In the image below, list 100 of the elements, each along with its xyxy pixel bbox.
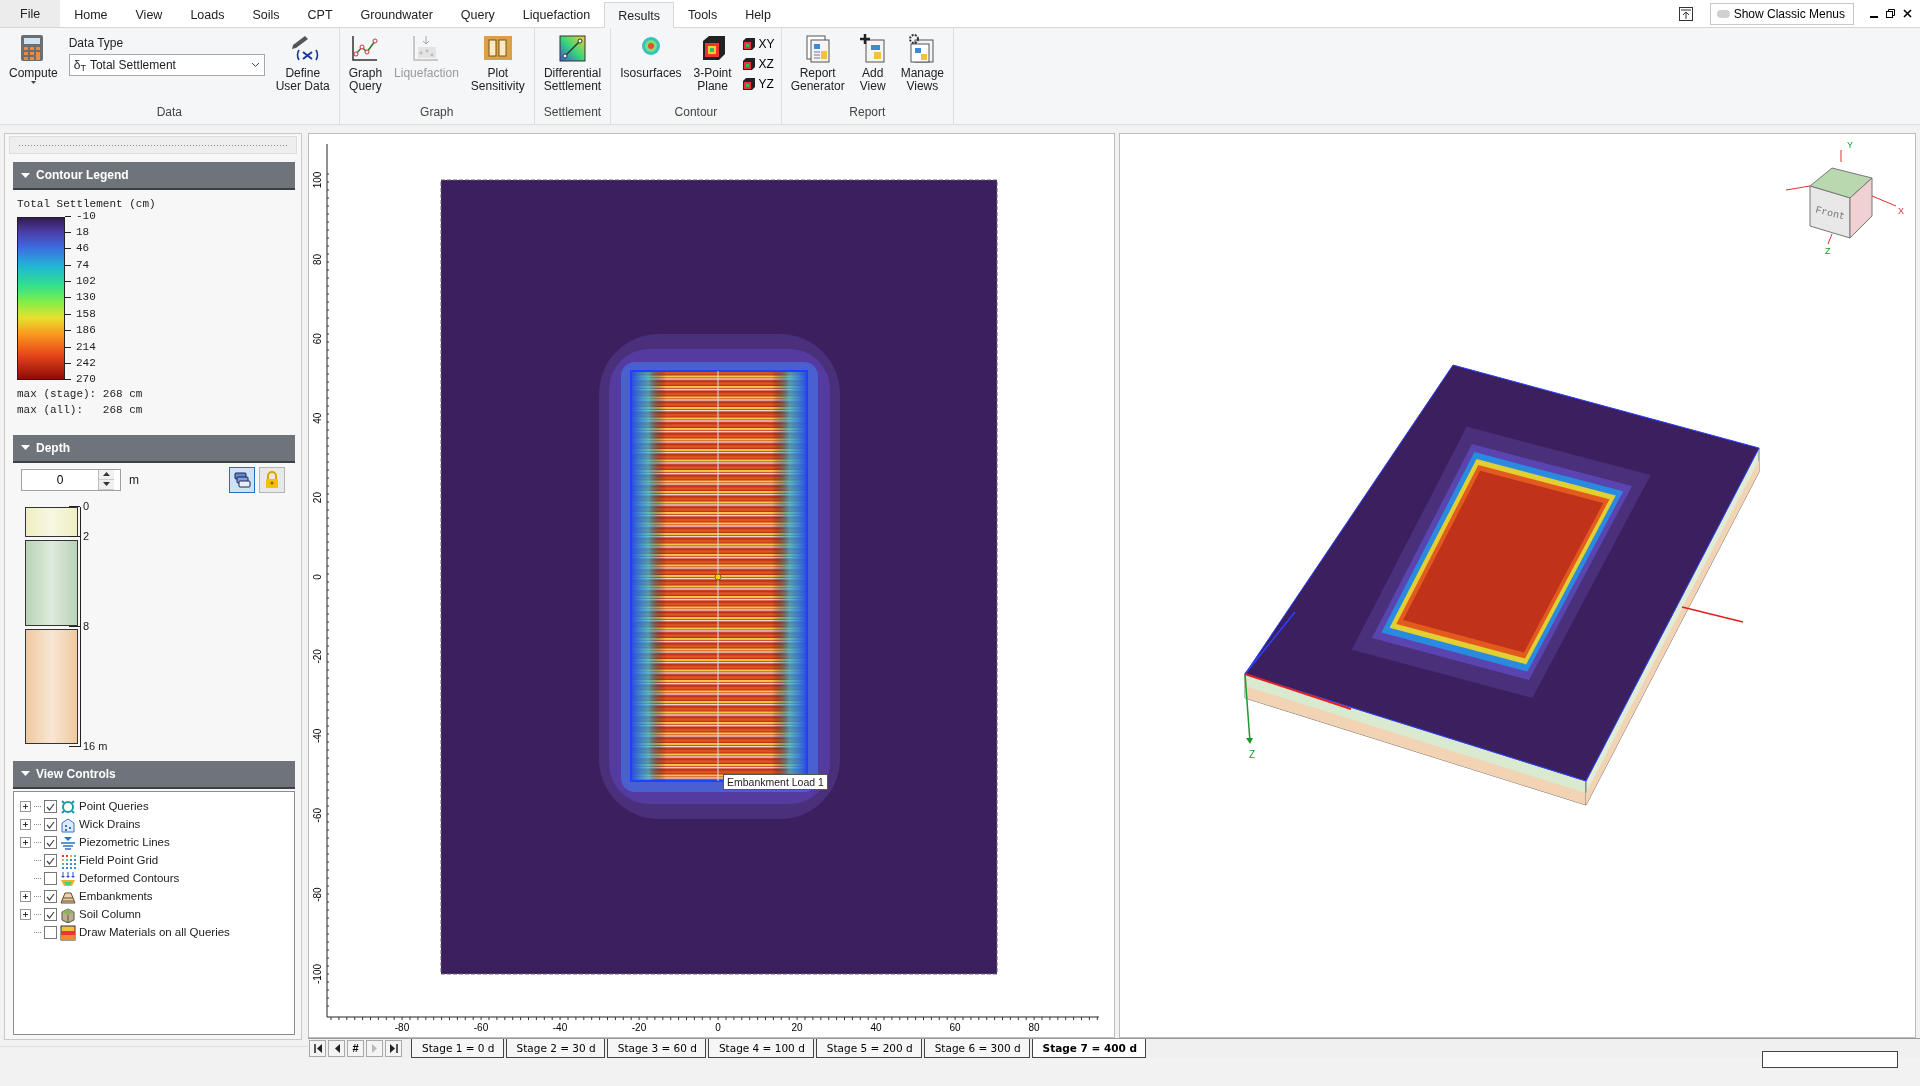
menu-tab[interactable]: Soils [238,1,294,27]
ribbon-button[interactable]: Isosurfaces [615,30,687,83]
close-icon [1903,9,1912,18]
panel-grip[interactable] [9,136,297,154]
stage-tab[interactable]: Stage 3 = 60 d [606,1039,706,1058]
ruler-label: -60 [312,807,323,823]
stage-tab[interactable]: Stage 7 = 400 d [1031,1039,1147,1058]
data-type-dropdown[interactable]: δ$_{T}$ Total Settlement [68,54,265,76]
ring-icon [60,798,76,815]
plane-button[interactable]: XZ [738,54,777,74]
previous-stage-button[interactable] [328,1040,345,1057]
axis-label: Y [1847,140,1853,150]
stage-tab[interactable]: Stage 1 = 0 d [411,1039,504,1058]
ribbon-button[interactable]: Add View [851,30,894,96]
ribbon-button[interactable]: Manage Views [895,30,950,96]
tree-item[interactable]: Wick Drains [79,815,141,834]
checkbox[interactable] [44,926,57,939]
ruler-label: 80 [1028,1022,1040,1033]
cube-icon [740,36,757,52]
ribbon-button[interactable]: Plot Sensitivity [465,30,530,96]
menu-tab[interactable]: Help [731,1,785,27]
toggle-switch[interactable] [1716,9,1730,18]
depth-spin-box[interactable]: 0 [21,468,121,491]
ruler-label: 20 [791,1022,803,1033]
ruler-label: 0 [312,574,323,580]
checkbox[interactable] [44,818,57,831]
ribbon-button[interactable]: 3-Point Plane [688,30,737,96]
tree-item[interactable]: Point Queries [79,797,149,816]
menu-tab[interactable]: Results [604,2,674,28]
stage-number-button[interactable]: # [347,1040,364,1057]
classic-menus-toggle[interactable]: Show Classic Menus [1709,2,1854,25]
menu-tab[interactable]: Liquefaction [508,1,605,27]
ruler-label: 40 [312,412,323,424]
stage-tab[interactable]: Stage 2 = 30 d [505,1039,605,1058]
menu-tab[interactable]: Query [446,1,509,27]
drains-icon [60,816,76,833]
stage-tab[interactable]: Stage 6 = 300 d [923,1039,1030,1058]
tree-item[interactable]: Embankments [79,887,153,906]
scale-value: 74 [65,259,96,271]
checkbox[interactable] [44,854,57,867]
dot-grid-icon [60,852,76,869]
section-header[interactable]: Depth [13,434,295,463]
tree-item[interactable]: Field Point Grid [79,851,159,870]
section-header[interactable]: View Controls [13,760,295,789]
tree-item[interactable]: Soil Column [79,905,141,924]
checkbox[interactable] [44,872,57,885]
last-stage-button[interactable] [385,1040,402,1057]
group-label: Contour [673,104,719,121]
stage-tab[interactable]: Stage 4 = 100 d [707,1039,814,1058]
expand-icon[interactable] [20,891,31,902]
scale-value: 242 [65,358,96,369]
up-arrow-icon [103,472,110,476]
menu-tab[interactable]: Home [60,1,122,27]
checkbox[interactable] [44,836,57,849]
previous-icon [333,1044,340,1053]
stage-tab[interactable]: Stage 5 = 200 d [815,1039,922,1058]
menu-tab[interactable]: Tools [673,1,732,27]
expand-icon[interactable] [20,819,31,830]
scale-value: 46 [65,243,96,255]
menu-tab[interactable]: File [0,0,61,27]
expand-icon[interactable] [20,909,31,920]
ribbon-button[interactable]: Graph Query [343,30,388,96]
section-header[interactable]: Contour Legend [13,162,295,190]
checkbox[interactable] [44,800,57,813]
expand-icon[interactable] [20,837,31,848]
checkbox[interactable] [44,908,57,921]
chevron-icon [250,62,260,68]
collapse-triangle-icon [21,170,30,180]
ribbon-button[interactable]: Compute [4,30,63,93]
depth-mark: 2 [69,530,90,542]
ruler-label: 100 [312,171,323,189]
layers-button[interactable] [229,466,255,493]
ruler-label: 60 [312,333,323,345]
skip-first-icon [313,1044,322,1053]
menu-tab[interactable]: CPT [293,1,347,27]
tree-item[interactable]: Deformed Contours [79,869,180,888]
ribbon-button[interactable]: Differential Settlement [538,30,607,96]
orientation-cube[interactable] [1785,149,1897,245]
collapse-triangle-icon [21,443,30,452]
legend-title: Total Settlement (cm) [17,197,157,212]
ruler-label: -100 [312,964,323,984]
ribbon-button[interactable]: Define User Data [270,30,335,96]
ruler-label: -40 [312,728,323,744]
menu-tab[interactable]: Loads [176,1,239,27]
expand-icon[interactable] [20,801,31,812]
menu-tab[interactable]: Groundwater [346,1,447,27]
tooltip: Embankment Load 1 [723,774,828,790]
down-arrow-icon [103,482,110,486]
plane-button[interactable]: YZ [738,74,777,94]
tree-item[interactable]: Piezometric Lines [79,833,170,852]
collapse-triangle-icon [21,769,30,778]
first-stage-button[interactable] [309,1040,326,1057]
max-value-text: max (stage): 268 cm [17,386,144,402]
checkbox[interactable] [44,890,57,903]
skip-last-icon [389,1044,398,1053]
ribbon-button[interactable]: Report Generator [785,30,850,96]
tree-item[interactable]: Draw Materials on all Queries [79,923,230,942]
menu-tab[interactable]: View [121,1,177,27]
plane-button[interactable]: XY [738,34,777,54]
query-point[interactable] [714,573,722,581]
